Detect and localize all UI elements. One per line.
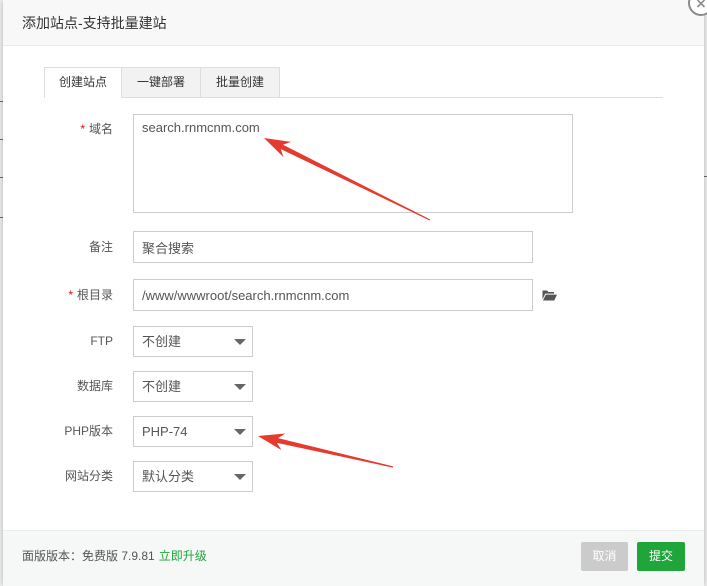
root-dir-label-text: 根目录 (76, 288, 113, 302)
chevron-down-icon (234, 384, 246, 390)
required-mark: * (80, 122, 85, 136)
remark-label-text: 备注 (88, 240, 113, 254)
version-info: 面版版本：免费版 7.9.81 立即升级 (22, 547, 207, 565)
php-version-label: PHP版本 (13, 416, 113, 447)
dialog-title: 添加站点-支持批量建站 (22, 15, 167, 31)
upgrade-link[interactable]: 立即升级 (159, 549, 207, 563)
site-category-select-value: 默认分类 (142, 469, 195, 484)
site-category-label-text: 网站分类 (64, 469, 113, 483)
ftp-label: FTP (13, 326, 113, 357)
dialog-header: 添加站点-支持批量建站 (3, 0, 704, 46)
domain-label: * 域名 (13, 114, 113, 144)
submit-button[interactable]: 提交 (637, 542, 685, 571)
root-dir-label: * 根目录 (13, 279, 113, 311)
tab-label: 一键部署 (136, 75, 185, 89)
tab-create-site[interactable]: 创建站点 (44, 67, 122, 98)
root-dir-input[interactable] (133, 279, 533, 311)
domain-label-text: 域名 (88, 122, 113, 136)
ftp-select-value: 不创建 (142, 334, 182, 349)
dialog-footer: 面版版本：免费版 7.9.81 立即升级 取消 提交 (3, 530, 704, 586)
page: { "dialog": { "title": "添加站点-支持批量建站", "c… (0, 0, 707, 586)
site-category-label: 网站分类 (13, 461, 113, 492)
add-site-dialog: 添加站点-支持批量建站 创建站点 一键部署 批量创建 * 域名 search.rn… (3, 0, 707, 586)
browse-folder-button[interactable] (542, 290, 557, 301)
remark-input[interactable] (133, 231, 533, 263)
chevron-down-icon (234, 339, 246, 345)
tab-batch-create[interactable]: 批量创建 (200, 67, 280, 97)
required-mark: * (68, 288, 73, 302)
cancel-button[interactable]: 取消 (581, 542, 628, 571)
php-version-label-text: PHP版本 (64, 424, 113, 438)
remark-label: 备注 (13, 231, 113, 263)
close-icon (688, 0, 707, 16)
tab-bar-divider (44, 97, 663, 98)
database-select[interactable]: 不创建 (133, 371, 253, 402)
database-label: 数据库 (13, 371, 113, 402)
chevron-down-icon (234, 474, 246, 480)
database-select-value: 不创建 (142, 379, 182, 394)
php-version-select-value: PHP-74 (142, 424, 188, 439)
ftp-label-text: FTP (90, 334, 113, 348)
folder-open-icon-front (543, 294, 557, 301)
close-button[interactable] (688, 0, 707, 17)
database-label-text: 数据库 (76, 379, 113, 393)
chevron-down-icon (234, 429, 246, 435)
folder-open-icon (542, 290, 557, 301)
domain-textarea[interactable]: search.rnmcnm.com (133, 114, 573, 213)
ftp-select[interactable]: 不创建 (133, 326, 253, 357)
version-text: 面版版本：免费版 7.9.81 (22, 549, 155, 563)
php-version-select[interactable]: PHP-74 (133, 416, 253, 447)
tab-label: 批量创建 (215, 75, 264, 89)
tab-label: 创建站点 (58, 75, 107, 89)
tab-one-click-deploy[interactable]: 一键部署 (121, 67, 201, 97)
site-category-select[interactable]: 默认分类 (133, 461, 253, 492)
